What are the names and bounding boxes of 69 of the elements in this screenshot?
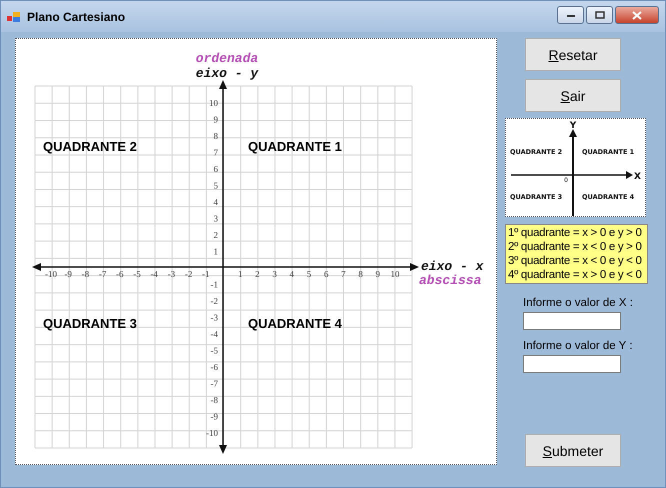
field-label: Informe o valor de Y : xyxy=(523,340,633,352)
maximize-icon xyxy=(594,11,604,19)
axis-label: eixo - y xyxy=(196,66,258,81)
x-tick-label: 9 xyxy=(376,269,380,279)
x-tick-label: -1 xyxy=(202,269,210,279)
rule-text: 4º quadrante = x > 0 e y < 0 xyxy=(508,268,643,282)
window-title: Plano Cartesiano xyxy=(27,10,126,24)
rule-text: 2º quadrante = x < 0 e y > 0 xyxy=(508,240,643,254)
x-tick-label: -5 xyxy=(133,269,141,279)
close-button[interactable] xyxy=(615,6,659,24)
x-tick-label: -8 xyxy=(82,269,90,279)
x-tick-label: 10 xyxy=(390,269,400,279)
y-tick-label: 9 xyxy=(214,114,218,124)
y-tick-label: -6 xyxy=(210,362,218,372)
y-tick-label: 2 xyxy=(214,230,218,240)
y-tick-label: -10 xyxy=(206,428,218,438)
x-tick-label: -7 xyxy=(98,269,106,279)
x-tick-label: -4 xyxy=(150,269,158,279)
y-tick-label: -5 xyxy=(210,346,218,356)
y-tick-label: -9 xyxy=(210,412,218,422)
rule-text: 1º quadrante = x > 0 e y > 0 xyxy=(508,226,643,240)
y-tick-label: -1 xyxy=(210,280,218,290)
input-field[interactable] xyxy=(523,312,621,330)
input-field[interactable] xyxy=(523,355,621,373)
x-tick-label: 1 xyxy=(238,269,242,279)
quadrant-label: QUADRANTE 4 xyxy=(248,316,342,331)
quadrant-label: QUADRANTE 2 xyxy=(43,139,137,154)
x-tick-label: -9 xyxy=(64,269,72,279)
submit-button[interactable]: Submeter xyxy=(525,434,621,467)
y-tick-label: 7 xyxy=(214,148,218,158)
y-tick-label: -8 xyxy=(210,395,218,405)
x-tick-label: -6 xyxy=(116,269,124,279)
y-tick-label: 1 xyxy=(214,246,218,256)
y-tick-label: 4 xyxy=(214,197,218,207)
axis-label: Y xyxy=(570,121,576,131)
x-tick-label: 6 xyxy=(324,269,328,279)
x-tick-label: 3 xyxy=(272,269,277,279)
maximize-button[interactable] xyxy=(586,6,613,24)
axis-caption: ordenada xyxy=(196,51,258,66)
x-tick-label: 7 xyxy=(341,269,346,279)
x-tick-label: -10 xyxy=(45,269,57,279)
rule-text: 3º quadrante = x < 0 e y < 0 xyxy=(508,254,643,268)
form-button[interactable]: Sair xyxy=(525,79,621,112)
axis-label: X xyxy=(634,172,641,182)
x-tick-label: 4 xyxy=(290,269,294,279)
x-tick-label: 8 xyxy=(358,269,363,279)
x-tick-label: -3 xyxy=(168,269,176,279)
app-icon xyxy=(7,10,21,22)
close-icon xyxy=(632,10,642,20)
y-tick-label: -4 xyxy=(210,329,218,339)
y-tick-label: 6 xyxy=(214,164,218,174)
x-tick-label: 5 xyxy=(306,269,312,279)
y-tick-label: 10 xyxy=(209,98,218,108)
minimize-button[interactable] xyxy=(557,6,584,24)
x-tick-label: 2 xyxy=(255,269,260,279)
y-tick-label: 5 xyxy=(214,180,218,190)
y-tick-label: -3 xyxy=(210,312,218,322)
quadrant-label: QUADRANTE 1 xyxy=(248,139,342,154)
y-tick-label: -7 xyxy=(210,378,218,388)
y-tick-label: 8 xyxy=(214,131,218,141)
quadrant-label: QUADRANTE 3 xyxy=(43,316,137,331)
minimize-icon xyxy=(566,12,576,18)
axis-caption: abscissa xyxy=(419,273,482,288)
form-button[interactable]: Resetar xyxy=(525,38,621,71)
x-tick-label: -2 xyxy=(184,269,192,279)
y-tick-label: 3 xyxy=(214,214,218,224)
field-label: Informe o valor de X : xyxy=(523,297,633,309)
y-tick-label: -2 xyxy=(210,296,218,306)
axis-label: eixo - x xyxy=(421,259,484,274)
